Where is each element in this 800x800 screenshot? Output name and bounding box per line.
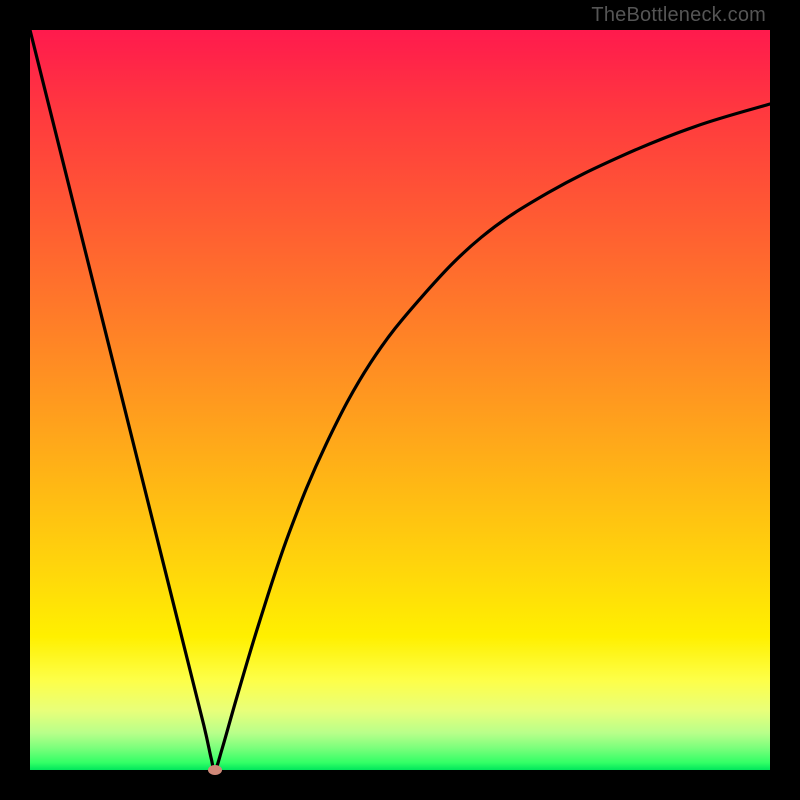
watermark-text: TheBottleneck.com: [591, 4, 766, 27]
curve-svg: [30, 30, 770, 770]
minimum-dot: [208, 765, 222, 775]
chart-frame: TheBottleneck.com: [0, 0, 800, 800]
bottleneck-curve-path: [30, 30, 770, 770]
